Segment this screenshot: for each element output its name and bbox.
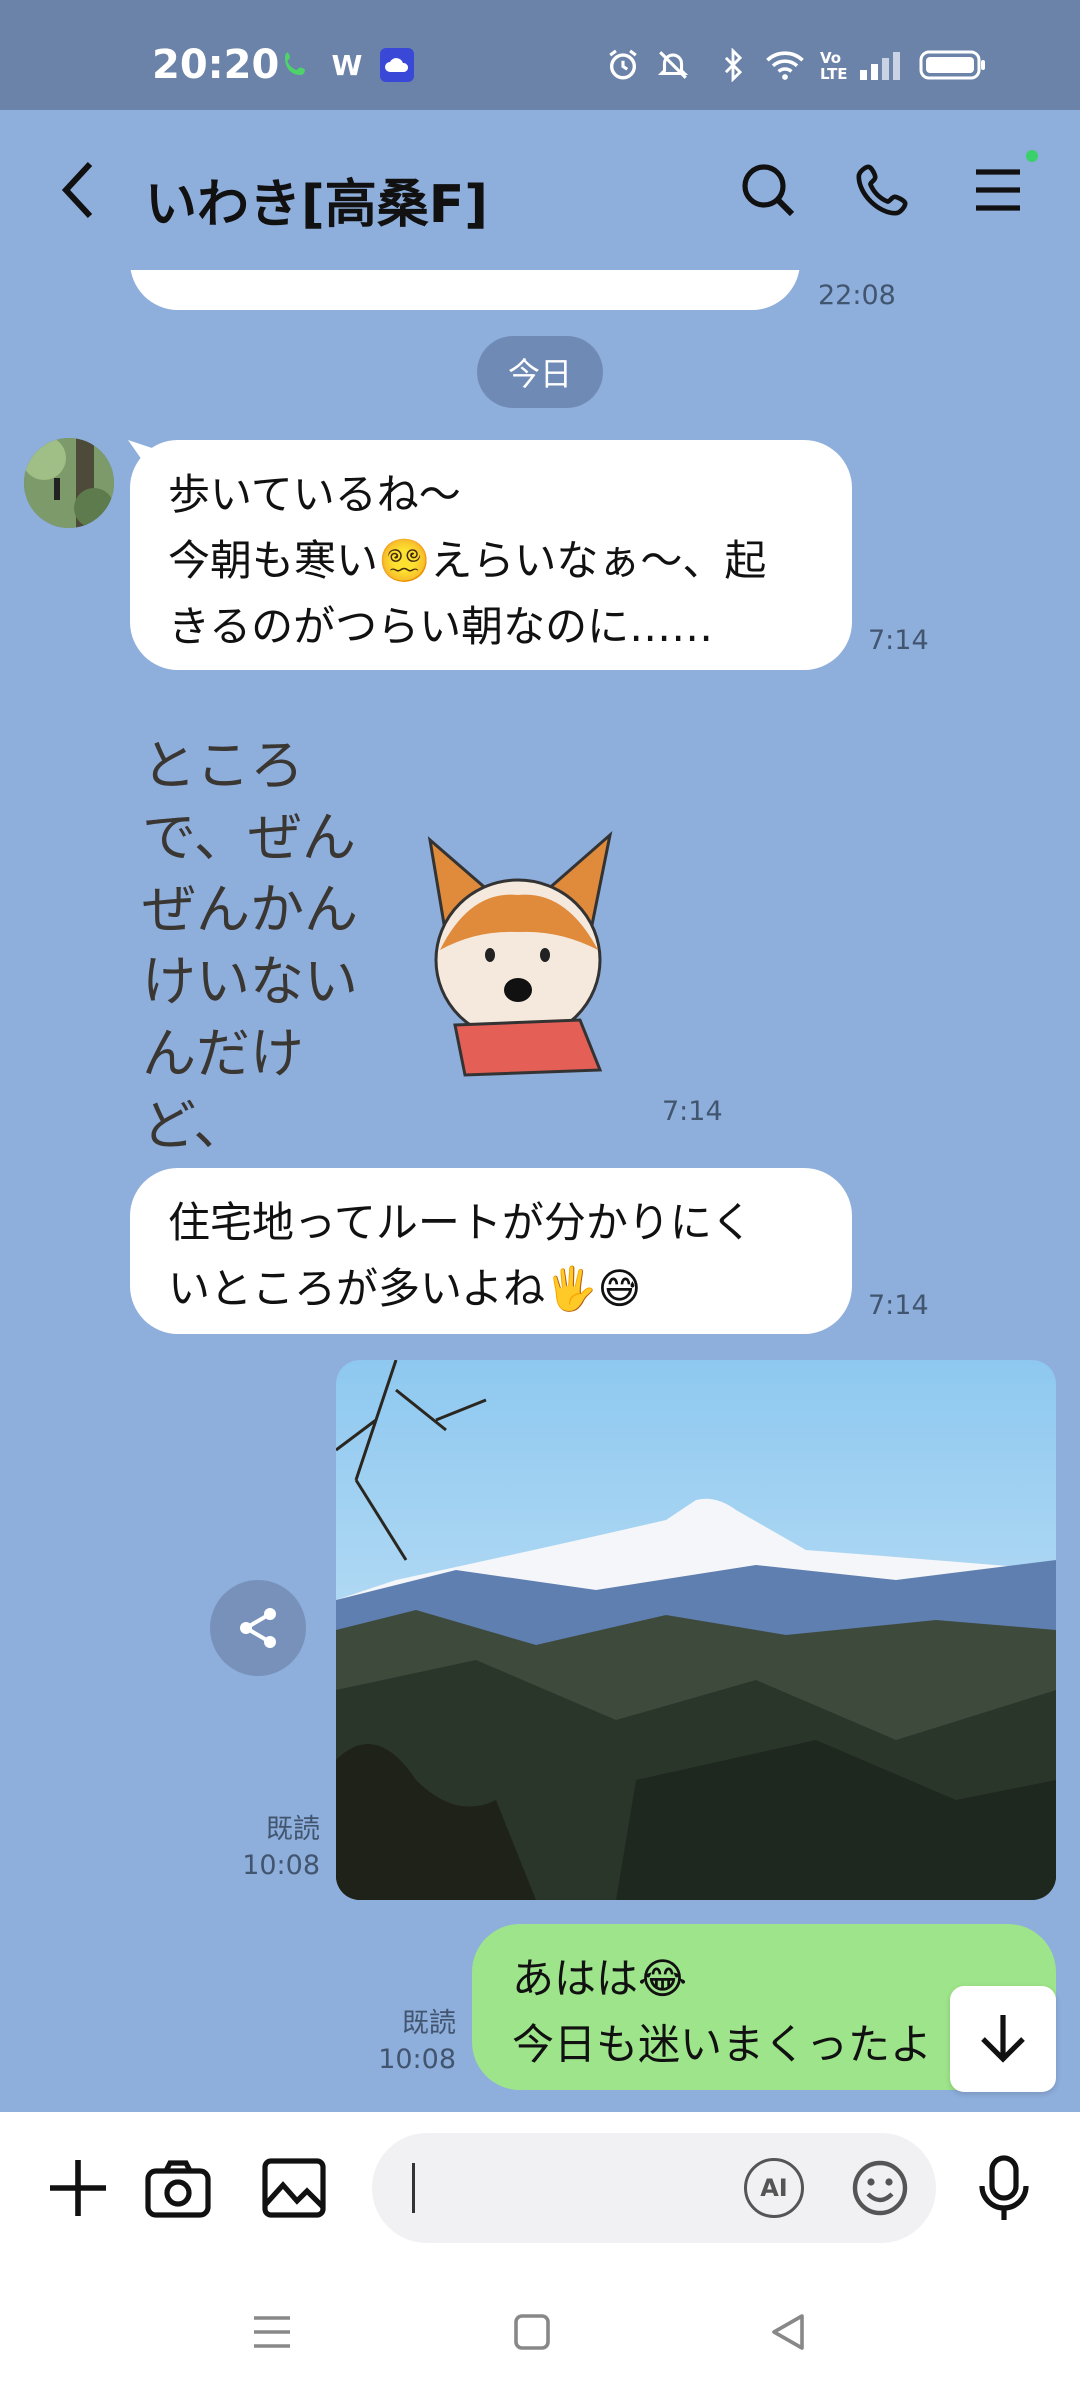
back-button[interactable] bbox=[38, 150, 118, 230]
emoji-button[interactable] bbox=[850, 2158, 910, 2218]
add-button[interactable] bbox=[40, 2150, 116, 2226]
triangle-back-icon bbox=[772, 2314, 804, 2350]
message-input[interactable]: AI bbox=[372, 2133, 936, 2243]
share-icon bbox=[240, 1608, 276, 1648]
cloud-app-icon bbox=[380, 48, 414, 82]
avatar[interactable] bbox=[24, 438, 114, 528]
arrow-down-icon bbox=[981, 2015, 1025, 2063]
square-icon bbox=[514, 2314, 550, 2350]
menu-button[interactable] bbox=[958, 150, 1038, 230]
tears-of-joy-emoji: 😂 bbox=[638, 1954, 688, 2003]
plus-icon bbox=[50, 2160, 106, 2216]
search-icon bbox=[742, 164, 795, 217]
scroll-to-bottom-button[interactable] bbox=[950, 1986, 1056, 2092]
volte-label: Vo LTE bbox=[820, 49, 848, 83]
menu-icon bbox=[976, 169, 1020, 211]
camera-icon bbox=[145, 2160, 211, 2218]
message-time: 10:08 bbox=[242, 1850, 320, 1881]
message-line: 今日も迷いまくったよ bbox=[512, 2020, 933, 2069]
mountain-photo bbox=[336, 1360, 1056, 1900]
alarm-icon bbox=[606, 48, 640, 82]
battery-icon bbox=[918, 48, 988, 82]
image-message[interactable] bbox=[336, 1360, 1056, 1900]
message-line: 今朝も寒い😵‍💫えらいなぁ〜、起 bbox=[168, 528, 814, 594]
signal-icon bbox=[858, 48, 902, 82]
message-time: 22:08 bbox=[818, 280, 896, 311]
message-time: 7:14 bbox=[868, 625, 929, 656]
message-line: きるのがつらい朝なのに…… bbox=[168, 602, 714, 651]
message-line: 住宅地ってルートが分かりにく bbox=[168, 1198, 754, 1247]
status-time: 20:20 bbox=[152, 42, 280, 88]
menu-lines-icon bbox=[254, 2316, 290, 2348]
message-text: 今朝も寒い bbox=[168, 536, 379, 585]
wifi-icon bbox=[763, 48, 807, 82]
ai-button[interactable]: AI bbox=[744, 2158, 804, 2218]
bluetooth-icon bbox=[716, 48, 750, 82]
image-icon bbox=[262, 2158, 326, 2218]
search-button[interactable] bbox=[728, 150, 808, 230]
status-bar: 20:20 W Vo LTE bbox=[0, 0, 1080, 110]
read-receipt: 既読 10:08 bbox=[230, 1812, 320, 1884]
gallery-button[interactable] bbox=[256, 2150, 332, 2226]
message-time: 7:14 bbox=[868, 1290, 929, 1321]
dog-sticker-image bbox=[427, 830, 613, 1077]
sticker[interactable]: ところで、ぜんぜんかんけいないんだけど、 bbox=[130, 720, 650, 1157]
date-separator: 今日 bbox=[477, 336, 603, 408]
message-text: いところが多いよね bbox=[168, 1264, 546, 1313]
message-bubble[interactable]: 歩いているね〜 今朝も寒い😵‍💫えらいなぁ〜、起 きるのがつらい朝なのに…… bbox=[130, 440, 852, 670]
read-label: 既読 bbox=[266, 1814, 320, 1845]
message-time: 10:08 bbox=[378, 2044, 456, 2075]
message-text: えらいなぁ〜、起 bbox=[430, 536, 767, 585]
message-line: あはは😂 bbox=[512, 1946, 1016, 2012]
w-app-icon: W bbox=[331, 48, 363, 82]
dizzy-face-emoji: 😵‍💫 bbox=[378, 536, 431, 585]
sticker-text: ところで、ぜんぜんかんけいないんだけど、 bbox=[142, 734, 358, 1157]
phone-call-icon bbox=[278, 48, 312, 82]
mute-bell-icon bbox=[656, 48, 690, 82]
share-button[interactable] bbox=[210, 1580, 306, 1676]
message-text: あはは bbox=[512, 1954, 639, 2003]
message-time: 7:14 bbox=[662, 1096, 723, 1127]
smiley-icon bbox=[852, 2160, 908, 2216]
chat-title: いわき[高桑F] bbox=[145, 175, 489, 235]
read-receipt: 既読 10:08 bbox=[366, 2006, 456, 2078]
message-bubble[interactable]: 住宅地ってルートが分かりにく いところが多いよね🖐😅 bbox=[130, 1168, 852, 1334]
partial-message-bubble bbox=[130, 270, 800, 310]
new-notification-dot bbox=[1026, 150, 1038, 162]
chevron-left-icon bbox=[61, 161, 93, 219]
recent-apps-button[interactable] bbox=[250, 2310, 294, 2354]
voice-button[interactable] bbox=[966, 2150, 1042, 2226]
avatar-forest-image bbox=[24, 438, 114, 528]
text-cursor bbox=[412, 2163, 415, 2213]
chat-header: いわき[高桑F] bbox=[0, 110, 1080, 270]
message-line: 歩いているね〜 bbox=[168, 470, 461, 519]
camera-button[interactable] bbox=[140, 2150, 216, 2226]
hand-sweat-emoji: 🖐😅 bbox=[545, 1264, 642, 1313]
home-button[interactable] bbox=[510, 2310, 554, 2354]
message-line: いところが多いよね🖐😅 bbox=[168, 1256, 814, 1322]
read-label: 既読 bbox=[402, 2008, 456, 2039]
microphone-icon bbox=[979, 2155, 1029, 2220]
call-button[interactable] bbox=[842, 150, 922, 230]
phone-icon bbox=[856, 164, 908, 216]
back-nav-button[interactable] bbox=[766, 2310, 810, 2354]
